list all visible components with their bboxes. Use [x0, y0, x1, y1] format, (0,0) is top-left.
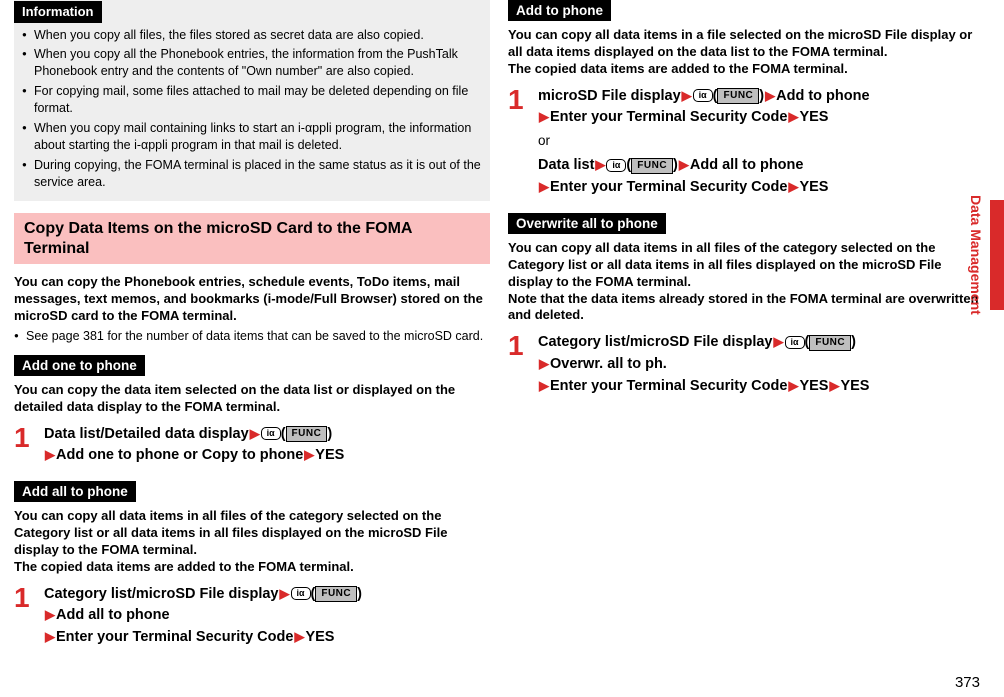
- func-button: FUNC: [809, 335, 851, 351]
- step-text: Category list/microSD File display: [538, 334, 773, 350]
- triangle-icon: ▶: [44, 607, 56, 622]
- add-to-phone-desc: You can copy all data items in a file se…: [508, 27, 984, 78]
- step-1: 1 Category list/microSD File display▶iα(…: [508, 332, 984, 397]
- step-text: Data list/Detailed data display: [44, 426, 249, 442]
- step-number: 1: [14, 424, 36, 468]
- triangle-icon: ▶: [293, 629, 305, 644]
- info-item: When you copy all files, the files store…: [34, 27, 482, 44]
- step-1: 1 microSD File display▶iα(FUNC)▶Add to p…: [508, 86, 984, 199]
- page-number: 373: [955, 674, 980, 691]
- yes-text: YES: [315, 447, 344, 463]
- step-text: Add all to phone: [56, 607, 170, 623]
- triangle-icon: ▶: [44, 447, 56, 462]
- side-tab: [984, 200, 1004, 310]
- i-key-icon: iα: [693, 89, 713, 102]
- triangle-icon: ▶: [538, 109, 550, 124]
- information-list: When you copy all files, the files store…: [22, 27, 482, 191]
- add-one-section: Add one to phone You can copy the data i…: [14, 355, 490, 467]
- step-body: Category list/microSD File display▶iα(FU…: [44, 584, 490, 649]
- add-all-section: Add all to phone You can copy all data i…: [14, 481, 490, 649]
- i-key-icon: iα: [606, 159, 626, 172]
- step-body: Category list/microSD File display▶iα(FU…: [538, 332, 984, 397]
- triangle-icon: ▶: [249, 426, 261, 441]
- right-column: Add to phone You can copy all data items…: [508, 0, 984, 663]
- add-one-label: Add one to phone: [14, 355, 145, 376]
- copy-note: See page 381 for the number of data item…: [14, 328, 490, 344]
- step-text: Add all to phone: [690, 157, 804, 173]
- step-text: microSD File display: [538, 88, 681, 104]
- yes-text: YES: [799, 378, 828, 394]
- triangle-icon: ▶: [279, 586, 291, 601]
- step-text: Enter your Terminal Security Code: [550, 378, 787, 394]
- func-button: FUNC: [631, 158, 673, 174]
- step-number: 1: [508, 86, 530, 199]
- triangle-icon: ▶: [594, 157, 606, 172]
- copy-intro: You can copy the Phonebook entries, sche…: [14, 274, 490, 325]
- triangle-icon: ▶: [538, 378, 550, 393]
- add-one-desc: You can copy the data item selected on t…: [14, 382, 490, 416]
- i-key-icon: iα: [785, 336, 805, 349]
- overwrite-section: Overwrite all to phone You can copy all …: [508, 213, 984, 398]
- step-body: Data list/Detailed data display▶iα(FUNC)…: [44, 424, 490, 468]
- triangle-icon: ▶: [764, 88, 776, 103]
- info-item: When you copy mail containing links to s…: [34, 120, 482, 154]
- step-text: Enter your Terminal Security Code: [550, 109, 787, 125]
- step-text: Enter your Terminal Security Code: [56, 629, 293, 645]
- step-text: Category list/microSD File display: [44, 586, 279, 602]
- triangle-icon: ▶: [773, 334, 785, 349]
- func-button: FUNC: [315, 586, 357, 602]
- func-button: FUNC: [286, 426, 328, 442]
- step-text: Overwr. all to ph.: [550, 356, 667, 372]
- triangle-icon: ▶: [303, 447, 315, 462]
- step-number: 1: [508, 332, 530, 397]
- step-body: microSD File display▶iα(FUNC)▶Add to pho…: [538, 86, 984, 199]
- step-number: 1: [14, 584, 36, 649]
- triangle-icon: ▶: [538, 356, 550, 371]
- copy-data-heading: Copy Data Items on the microSD Card to t…: [14, 213, 490, 263]
- step-1: 1 Category list/microSD File display▶iα(…: [14, 584, 490, 649]
- triangle-icon: ▶: [787, 109, 799, 124]
- i-key-icon: iα: [261, 427, 281, 440]
- or-text: or: [538, 131, 984, 151]
- add-to-phone-section: Add to phone You can copy all data items…: [508, 0, 984, 199]
- step-text: Data list: [538, 157, 594, 173]
- info-item: During copying, the FOMA terminal is pla…: [34, 157, 482, 191]
- triangle-icon: ▶: [678, 157, 690, 172]
- information-box: Information When you copy all files, the…: [14, 0, 490, 201]
- step-1: 1 Data list/Detailed data display▶iα(FUN…: [14, 424, 490, 468]
- triangle-icon: ▶: [681, 88, 693, 103]
- overwrite-desc: You can copy all data items in all files…: [508, 240, 984, 324]
- yes-text: YES: [799, 179, 828, 195]
- add-all-label: Add all to phone: [14, 481, 136, 502]
- columns: Information When you copy all files, the…: [0, 0, 1004, 663]
- add-all-desc: You can copy all data items in all files…: [14, 508, 490, 576]
- i-key-icon: iα: [291, 587, 311, 600]
- yes-text: YES: [305, 629, 334, 645]
- info-item: For copying mail, some files attached to…: [34, 83, 482, 117]
- triangle-icon: ▶: [787, 179, 799, 194]
- step-text: Add one to phone or Copy to phone: [56, 447, 303, 463]
- add-to-phone-label: Add to phone: [508, 0, 611, 21]
- side-tab-text: Data Management: [968, 170, 984, 340]
- info-item: When you copy all the Phonebook entries,…: [34, 46, 482, 80]
- information-label: Information: [14, 1, 102, 23]
- triangle-icon: ▶: [538, 179, 550, 194]
- triangle-icon: ▶: [44, 629, 56, 644]
- step-text: Add to phone: [776, 88, 869, 104]
- triangle-icon: ▶: [828, 378, 840, 393]
- side-tab-red: [990, 200, 1004, 310]
- func-button: FUNC: [717, 88, 759, 104]
- left-column: Information When you copy all files, the…: [14, 0, 490, 663]
- yes-text: YES: [799, 109, 828, 125]
- step-text: Enter your Terminal Security Code: [550, 179, 787, 195]
- overwrite-label: Overwrite all to phone: [508, 213, 666, 234]
- triangle-icon: ▶: [787, 378, 799, 393]
- yes-text: YES: [840, 378, 869, 394]
